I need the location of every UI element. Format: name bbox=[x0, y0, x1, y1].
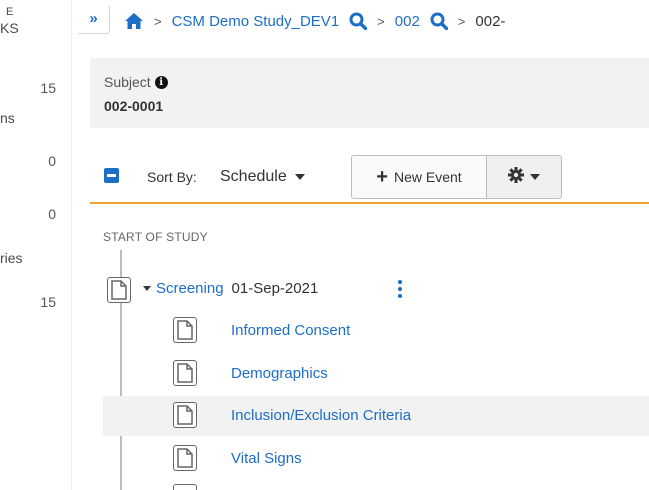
search-icon[interactable] bbox=[430, 12, 448, 30]
event-row: Screening 01-Sep-2021 bbox=[103, 272, 318, 304]
start-of-study-label: START OF STUDY bbox=[103, 230, 208, 244]
sidebar-count: 0 bbox=[48, 153, 56, 169]
left-sidebar: E KS 15 ns 0 0 ries 15 bbox=[0, 0, 72, 490]
collapse-sidebar-button[interactable]: » bbox=[78, 6, 110, 34]
chevron-right-icon: > bbox=[377, 13, 385, 29]
form-link[interactable]: Informed Consent bbox=[231, 322, 350, 339]
form-document-icon bbox=[173, 445, 197, 471]
sidebar-label-fragment: E bbox=[6, 6, 14, 18]
subject-id: 002-0001 bbox=[104, 98, 164, 114]
event-menu-icon[interactable] bbox=[398, 280, 402, 300]
form-row: Vital Signs bbox=[103, 439, 649, 479]
form-document-icon bbox=[173, 484, 197, 490]
breadcrumb-subject: 002- bbox=[475, 12, 506, 30]
form-link[interactable]: Vital Signs bbox=[231, 450, 302, 467]
chevron-right-icon: > bbox=[457, 13, 466, 29]
search-icon[interactable] bbox=[349, 12, 368, 30]
form-row: Inclusion/Exclusion Criteria bbox=[103, 396, 649, 436]
sidebar-count: 0 bbox=[48, 206, 56, 222]
event-date: 01-Sep-2021 bbox=[231, 279, 319, 297]
new-event-button[interactable]: + New Event bbox=[351, 155, 487, 199]
form-link[interactable]: Inclusion/Exclusion Criteria bbox=[231, 407, 411, 424]
form-row: Demographics bbox=[103, 354, 649, 394]
settings-dropdown-button[interactable] bbox=[487, 155, 562, 199]
subject-label: Subject bbox=[104, 74, 151, 90]
sidebar-count: 15 bbox=[40, 80, 56, 96]
breadcrumb-study-link[interactable]: CSM Demo Study_DEV1 bbox=[172, 13, 340, 30]
form-document-icon bbox=[173, 360, 197, 386]
subject-header: Subject i 002-0001 bbox=[90, 58, 649, 128]
gear-icon bbox=[508, 166, 524, 188]
breadcrumb-site-link[interactable]: 002 bbox=[395, 13, 420, 30]
caret-down-icon bbox=[530, 174, 540, 180]
home-icon[interactable] bbox=[124, 12, 144, 30]
sort-by-dropdown[interactable]: Schedule bbox=[220, 168, 305, 186]
expand-caret-icon[interactable] bbox=[143, 285, 151, 291]
form-document-icon bbox=[173, 317, 197, 343]
subject-label-row: Subject i bbox=[104, 74, 168, 90]
event-name-link[interactable]: Screening bbox=[156, 280, 224, 297]
sort-by-value: Schedule bbox=[220, 168, 287, 185]
sidebar-label-fragment: KS bbox=[0, 20, 19, 36]
sidebar-label-fragment: ries bbox=[0, 250, 23, 266]
event-toolbar: Sort By: Schedule + New Event bbox=[90, 155, 649, 204]
sort-by-label: Sort By: bbox=[147, 169, 197, 185]
caret-down-icon bbox=[294, 174, 305, 180]
info-icon[interactable]: i bbox=[154, 75, 168, 89]
breadcrumb: > CSM Demo Study_DEV1 > 002 > 002- bbox=[124, 10, 505, 32]
collapse-all-icon[interactable] bbox=[104, 168, 119, 183]
sidebar-count: 15 bbox=[40, 294, 56, 310]
form-link[interactable]: Demographics bbox=[231, 365, 328, 382]
form-row: Informed Consent bbox=[103, 311, 649, 351]
new-event-label: New Event bbox=[393, 169, 462, 185]
form-document-icon bbox=[173, 402, 197, 428]
plus-icon: + bbox=[376, 166, 388, 188]
breadcrumb-bar: » > CSM Demo Study_DEV1 > 002 > 002- bbox=[72, 0, 649, 46]
sidebar-label-fragment: ns bbox=[0, 110, 15, 126]
chevron-right-icon: > bbox=[154, 13, 162, 29]
